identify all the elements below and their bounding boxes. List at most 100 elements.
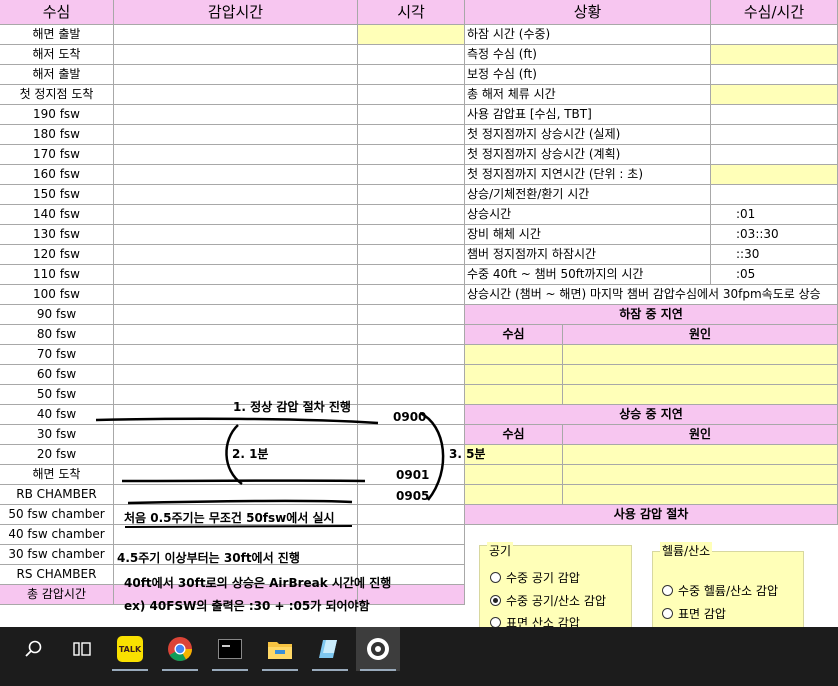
- situation-value[interactable]: [711, 185, 838, 205]
- descent-delay-depth-header: 수심: [465, 325, 563, 345]
- decompression-time-cell[interactable]: [114, 25, 358, 45]
- depth-label: 총 감압시간: [0, 585, 114, 605]
- task-view-icon[interactable]: [60, 627, 104, 671]
- situation-value[interactable]: ::30: [711, 245, 838, 265]
- decompression-time-cell[interactable]: [114, 325, 358, 345]
- windows-taskbar: TALK: [0, 627, 838, 686]
- decompression-time-cell[interactable]: [114, 85, 358, 105]
- decompression-time-cell[interactable]: [114, 345, 358, 365]
- radio-circle[interactable]: [662, 608, 673, 619]
- delay-depth-cell[interactable]: [465, 465, 563, 485]
- decompression-time-cell[interactable]: [114, 185, 358, 205]
- clock-time-cell[interactable]: [358, 205, 465, 225]
- depth-label: 100 fsw: [0, 285, 114, 305]
- delay-cause-cell[interactable]: [563, 385, 838, 405]
- kakaotalk-icon[interactable]: TALK: [108, 627, 152, 671]
- radio-label: 수중 헬륨/산소 감압: [678, 584, 778, 598]
- delay-depth-cell[interactable]: [465, 365, 563, 385]
- decompression-time-cell[interactable]: [114, 165, 358, 185]
- decompression-time-cell[interactable]: [114, 65, 358, 85]
- delay-depth-cell[interactable]: [465, 385, 563, 405]
- radio-helox-inwater[interactable]: 수중 헬륨/산소 감압: [662, 582, 778, 599]
- delay-depth-cell[interactable]: [465, 485, 563, 505]
- situation-value[interactable]: [711, 165, 838, 185]
- clock-time-cell[interactable]: [358, 285, 465, 305]
- situation-value[interactable]: :05: [711, 265, 838, 285]
- decompression-time-cell[interactable]: [114, 205, 358, 225]
- radio-circle[interactable]: [490, 572, 501, 583]
- radio-air-oxygen-inwater[interactable]: 수중 공기/산소 감압: [490, 592, 606, 609]
- clock-time-cell[interactable]: [358, 425, 465, 445]
- clock-time-cell[interactable]: [358, 225, 465, 245]
- situation-value[interactable]: [711, 105, 838, 125]
- decompression-time-cell[interactable]: [114, 105, 358, 125]
- decompression-time-cell[interactable]: [114, 125, 358, 145]
- clock-time-cell[interactable]: [358, 525, 465, 545]
- clock-time-cell[interactable]: [358, 325, 465, 345]
- clock-time-cell[interactable]: [358, 105, 465, 125]
- search-icon[interactable]: [12, 627, 56, 671]
- procedure-header: 사용 감압 절차: [465, 505, 838, 525]
- delay-cause-cell[interactable]: [563, 465, 838, 485]
- clock-time-cell[interactable]: [358, 385, 465, 405]
- clock-time-cell[interactable]: [358, 245, 465, 265]
- depth-label: 90 fsw: [0, 305, 114, 325]
- radio-surface-decompression[interactable]: 표면 감압: [662, 605, 726, 622]
- decompression-time-cell[interactable]: [114, 425, 358, 445]
- situation-value[interactable]: [711, 45, 838, 65]
- clock-time-cell[interactable]: [358, 305, 465, 325]
- radio-air-inwater[interactable]: 수중 공기 감압: [490, 569, 580, 586]
- delay-cause-cell[interactable]: [563, 345, 838, 365]
- annotation-time-0901: 0901: [396, 468, 430, 482]
- delay-depth-cell[interactable]: 3. 5분: [449, 445, 555, 465]
- decompression-time-cell[interactable]: [114, 45, 358, 65]
- file-explorer-icon[interactable]: [258, 627, 302, 671]
- delay-cause-cell[interactable]: [563, 485, 838, 505]
- clock-time-cell[interactable]: [358, 345, 465, 365]
- decompression-time-cell[interactable]: [114, 285, 358, 305]
- clock-time-cell[interactable]: [358, 65, 465, 85]
- clock-time-cell[interactable]: [358, 85, 465, 105]
- clock-time-cell[interactable]: [358, 545, 465, 565]
- clock-time-cell[interactable]: [358, 125, 465, 145]
- depth-label: 30 fsw chamber: [0, 545, 114, 565]
- clock-time-cell[interactable]: [358, 365, 465, 385]
- clock-time-cell[interactable]: [358, 505, 465, 525]
- situation-value[interactable]: [711, 65, 838, 85]
- radio-circle[interactable]: [662, 585, 673, 596]
- notepad-icon[interactable]: [308, 627, 352, 671]
- delay-cause-cell[interactable]: [563, 445, 838, 465]
- decompression-time-cell[interactable]: [114, 365, 358, 385]
- clock-time-cell[interactable]: [358, 145, 465, 165]
- radio-circle-selected[interactable]: [490, 595, 501, 606]
- decompression-time-cell[interactable]: [114, 525, 358, 545]
- situation-value[interactable]: :01: [711, 205, 838, 225]
- clock-time-cell[interactable]: [358, 265, 465, 285]
- situation-value[interactable]: :03::30: [711, 225, 838, 245]
- depth-label: 해면 도착: [0, 465, 114, 485]
- app-icon[interactable]: [356, 627, 400, 671]
- decompression-time-cell[interactable]: [114, 225, 358, 245]
- terminal-icon[interactable]: [208, 627, 252, 671]
- situation-value[interactable]: [711, 85, 838, 105]
- delay-depth-cell[interactable]: [465, 345, 563, 365]
- decompression-time-cell[interactable]: [114, 465, 358, 485]
- decompression-time-cell[interactable]: [114, 305, 358, 325]
- clock-time-cell[interactable]: [358, 185, 465, 205]
- clock-time-cell[interactable]: [358, 25, 465, 45]
- delay-cause-cell[interactable]: [563, 365, 838, 385]
- situation-value[interactable]: [711, 145, 838, 165]
- decompression-time-cell[interactable]: [114, 245, 358, 265]
- chrome-icon[interactable]: [158, 627, 202, 671]
- situation-label: 장비 해체 시간: [465, 225, 711, 245]
- situation-value[interactable]: [711, 25, 838, 45]
- situation-value[interactable]: [711, 125, 838, 145]
- helox-group-title: 헬륨/산소: [660, 542, 713, 559]
- decompression-time-cell[interactable]: [114, 145, 358, 165]
- header-decompression-time: 감압시간: [114, 0, 358, 25]
- clock-time-cell[interactable]: [358, 45, 465, 65]
- radio-label: 수중 공기 감압: [506, 571, 580, 585]
- decompression-time-cell[interactable]: [114, 265, 358, 285]
- clock-time-cell[interactable]: [358, 165, 465, 185]
- decompression-time-cell[interactable]: [114, 485, 358, 505]
